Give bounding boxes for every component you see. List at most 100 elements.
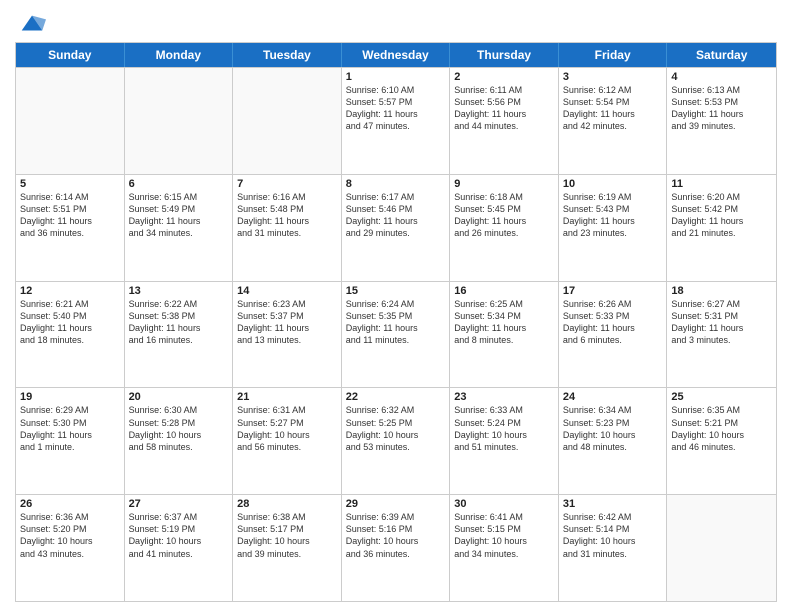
logo-icon xyxy=(18,10,46,38)
day-number: 24 xyxy=(563,391,663,403)
day-cell-8: 8Sunrise: 6:17 AM Sunset: 5:46 PM Daylig… xyxy=(342,175,451,281)
day-info: Sunrise: 6:42 AM Sunset: 5:14 PM Dayligh… xyxy=(563,511,663,560)
day-number: 4 xyxy=(671,71,772,83)
day-info: Sunrise: 6:19 AM Sunset: 5:43 PM Dayligh… xyxy=(563,191,663,240)
day-info: Sunrise: 6:17 AM Sunset: 5:46 PM Dayligh… xyxy=(346,191,446,240)
day-number: 19 xyxy=(20,391,120,403)
day-info: Sunrise: 6:13 AM Sunset: 5:53 PM Dayligh… xyxy=(671,84,772,133)
day-cell-24: 24Sunrise: 6:34 AM Sunset: 5:23 PM Dayli… xyxy=(559,388,668,494)
day-cell-30: 30Sunrise: 6:41 AM Sunset: 5:15 PM Dayli… xyxy=(450,495,559,601)
day-cell-7: 7Sunrise: 6:16 AM Sunset: 5:48 PM Daylig… xyxy=(233,175,342,281)
day-number: 22 xyxy=(346,391,446,403)
day-info: Sunrise: 6:39 AM Sunset: 5:16 PM Dayligh… xyxy=(346,511,446,560)
day-number: 27 xyxy=(129,498,229,510)
day-info: Sunrise: 6:36 AM Sunset: 5:20 PM Dayligh… xyxy=(20,511,120,560)
day-number: 8 xyxy=(346,178,446,190)
empty-cell xyxy=(667,495,776,601)
day-number: 20 xyxy=(129,391,229,403)
day-info: Sunrise: 6:30 AM Sunset: 5:28 PM Dayligh… xyxy=(129,404,229,453)
day-number: 10 xyxy=(563,178,663,190)
day-info: Sunrise: 6:18 AM Sunset: 5:45 PM Dayligh… xyxy=(454,191,554,240)
calendar: SundayMondayTuesdayWednesdayThursdayFrid… xyxy=(15,42,777,602)
day-info: Sunrise: 6:14 AM Sunset: 5:51 PM Dayligh… xyxy=(20,191,120,240)
day-cell-18: 18Sunrise: 6:27 AM Sunset: 5:31 PM Dayli… xyxy=(667,282,776,388)
day-info: Sunrise: 6:21 AM Sunset: 5:40 PM Dayligh… xyxy=(20,298,120,347)
empty-cell xyxy=(233,68,342,174)
day-info: Sunrise: 6:16 AM Sunset: 5:48 PM Dayligh… xyxy=(237,191,337,240)
day-number: 11 xyxy=(671,178,772,190)
calendar-row-4: 26Sunrise: 6:36 AM Sunset: 5:20 PM Dayli… xyxy=(16,494,776,601)
weekday-header-friday: Friday xyxy=(559,43,668,67)
day-cell-1: 1Sunrise: 6:10 AM Sunset: 5:57 PM Daylig… xyxy=(342,68,451,174)
day-info: Sunrise: 6:32 AM Sunset: 5:25 PM Dayligh… xyxy=(346,404,446,453)
calendar-row-1: 5Sunrise: 6:14 AM Sunset: 5:51 PM Daylig… xyxy=(16,174,776,281)
day-info: Sunrise: 6:38 AM Sunset: 5:17 PM Dayligh… xyxy=(237,511,337,560)
day-cell-10: 10Sunrise: 6:19 AM Sunset: 5:43 PM Dayli… xyxy=(559,175,668,281)
empty-cell xyxy=(125,68,234,174)
weekday-header-tuesday: Tuesday xyxy=(233,43,342,67)
day-number: 15 xyxy=(346,285,446,297)
day-cell-22: 22Sunrise: 6:32 AM Sunset: 5:25 PM Dayli… xyxy=(342,388,451,494)
day-number: 25 xyxy=(671,391,772,403)
day-info: Sunrise: 6:20 AM Sunset: 5:42 PM Dayligh… xyxy=(671,191,772,240)
day-info: Sunrise: 6:25 AM Sunset: 5:34 PM Dayligh… xyxy=(454,298,554,347)
weekday-header-wednesday: Wednesday xyxy=(342,43,451,67)
day-number: 16 xyxy=(454,285,554,297)
weekday-header-monday: Monday xyxy=(125,43,234,67)
day-cell-11: 11Sunrise: 6:20 AM Sunset: 5:42 PM Dayli… xyxy=(667,175,776,281)
day-number: 21 xyxy=(237,391,337,403)
day-number: 1 xyxy=(346,71,446,83)
day-number: 13 xyxy=(129,285,229,297)
day-info: Sunrise: 6:33 AM Sunset: 5:24 PM Dayligh… xyxy=(454,404,554,453)
calendar-header: SundayMondayTuesdayWednesdayThursdayFrid… xyxy=(16,43,776,67)
day-cell-13: 13Sunrise: 6:22 AM Sunset: 5:38 PM Dayli… xyxy=(125,282,234,388)
page: SundayMondayTuesdayWednesdayThursdayFrid… xyxy=(0,0,792,612)
day-info: Sunrise: 6:41 AM Sunset: 5:15 PM Dayligh… xyxy=(454,511,554,560)
header xyxy=(15,10,777,34)
calendar-row-2: 12Sunrise: 6:21 AM Sunset: 5:40 PM Dayli… xyxy=(16,281,776,388)
day-number: 17 xyxy=(563,285,663,297)
day-cell-20: 20Sunrise: 6:30 AM Sunset: 5:28 PM Dayli… xyxy=(125,388,234,494)
day-cell-23: 23Sunrise: 6:33 AM Sunset: 5:24 PM Dayli… xyxy=(450,388,559,494)
day-cell-27: 27Sunrise: 6:37 AM Sunset: 5:19 PM Dayli… xyxy=(125,495,234,601)
calendar-row-3: 19Sunrise: 6:29 AM Sunset: 5:30 PM Dayli… xyxy=(16,387,776,494)
day-cell-31: 31Sunrise: 6:42 AM Sunset: 5:14 PM Dayli… xyxy=(559,495,668,601)
day-cell-28: 28Sunrise: 6:38 AM Sunset: 5:17 PM Dayli… xyxy=(233,495,342,601)
day-cell-2: 2Sunrise: 6:11 AM Sunset: 5:56 PM Daylig… xyxy=(450,68,559,174)
day-number: 12 xyxy=(20,285,120,297)
day-cell-5: 5Sunrise: 6:14 AM Sunset: 5:51 PM Daylig… xyxy=(16,175,125,281)
day-cell-12: 12Sunrise: 6:21 AM Sunset: 5:40 PM Dayli… xyxy=(16,282,125,388)
logo xyxy=(15,10,46,34)
day-cell-3: 3Sunrise: 6:12 AM Sunset: 5:54 PM Daylig… xyxy=(559,68,668,174)
day-info: Sunrise: 6:23 AM Sunset: 5:37 PM Dayligh… xyxy=(237,298,337,347)
day-cell-4: 4Sunrise: 6:13 AM Sunset: 5:53 PM Daylig… xyxy=(667,68,776,174)
day-info: Sunrise: 6:26 AM Sunset: 5:33 PM Dayligh… xyxy=(563,298,663,347)
day-number: 9 xyxy=(454,178,554,190)
day-info: Sunrise: 6:22 AM Sunset: 5:38 PM Dayligh… xyxy=(129,298,229,347)
day-info: Sunrise: 6:11 AM Sunset: 5:56 PM Dayligh… xyxy=(454,84,554,133)
day-cell-21: 21Sunrise: 6:31 AM Sunset: 5:27 PM Dayli… xyxy=(233,388,342,494)
day-number: 30 xyxy=(454,498,554,510)
day-cell-14: 14Sunrise: 6:23 AM Sunset: 5:37 PM Dayli… xyxy=(233,282,342,388)
day-info: Sunrise: 6:10 AM Sunset: 5:57 PM Dayligh… xyxy=(346,84,446,133)
day-number: 18 xyxy=(671,285,772,297)
day-number: 5 xyxy=(20,178,120,190)
day-number: 2 xyxy=(454,71,554,83)
day-info: Sunrise: 6:35 AM Sunset: 5:21 PM Dayligh… xyxy=(671,404,772,453)
day-info: Sunrise: 6:37 AM Sunset: 5:19 PM Dayligh… xyxy=(129,511,229,560)
day-info: Sunrise: 6:29 AM Sunset: 5:30 PM Dayligh… xyxy=(20,404,120,453)
day-info: Sunrise: 6:34 AM Sunset: 5:23 PM Dayligh… xyxy=(563,404,663,453)
day-number: 26 xyxy=(20,498,120,510)
day-number: 7 xyxy=(237,178,337,190)
day-info: Sunrise: 6:31 AM Sunset: 5:27 PM Dayligh… xyxy=(237,404,337,453)
day-cell-29: 29Sunrise: 6:39 AM Sunset: 5:16 PM Dayli… xyxy=(342,495,451,601)
day-number: 28 xyxy=(237,498,337,510)
empty-cell xyxy=(16,68,125,174)
weekday-header-sunday: Sunday xyxy=(16,43,125,67)
day-cell-16: 16Sunrise: 6:25 AM Sunset: 5:34 PM Dayli… xyxy=(450,282,559,388)
day-cell-26: 26Sunrise: 6:36 AM Sunset: 5:20 PM Dayli… xyxy=(16,495,125,601)
day-cell-9: 9Sunrise: 6:18 AM Sunset: 5:45 PM Daylig… xyxy=(450,175,559,281)
day-number: 23 xyxy=(454,391,554,403)
day-cell-17: 17Sunrise: 6:26 AM Sunset: 5:33 PM Dayli… xyxy=(559,282,668,388)
day-number: 6 xyxy=(129,178,229,190)
